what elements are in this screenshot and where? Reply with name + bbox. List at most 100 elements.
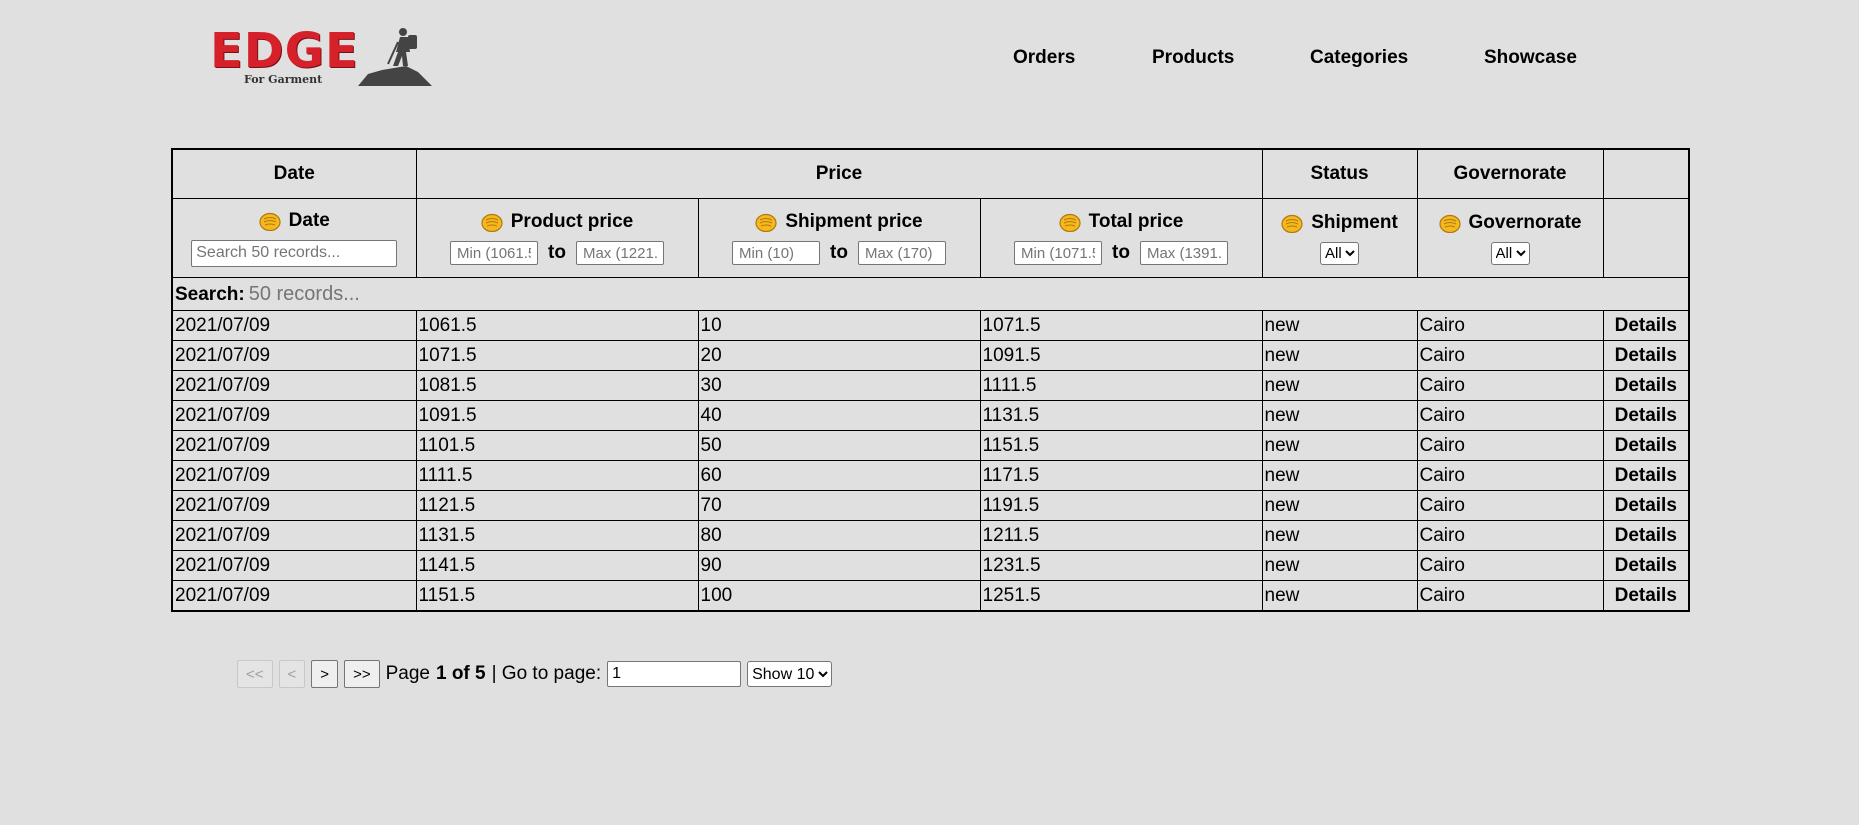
governorate-cell: Cairo [1416, 310, 1604, 341]
total-price-cell: 1131.5 [979, 400, 1263, 431]
details-link[interactable]: Details [1602, 460, 1690, 491]
global-search-cell: Search: [171, 277, 1690, 311]
filter-title-date[interactable]: Date [289, 210, 330, 232]
product-price-cell: 1091.5 [415, 400, 699, 431]
knock-emoji-icon [755, 213, 777, 232]
total-price-max-input[interactable] [1139, 241, 1228, 265]
logo-subtitle: For Garment [244, 73, 323, 86]
table-row: 2021/07/09 1131.5 80 1211.5 new Cairo Details [171, 520, 1690, 551]
shipment-price-min-input[interactable] [732, 241, 821, 265]
prev-page-button[interactable]: < [278, 660, 306, 688]
details-link[interactable]: Details [1602, 400, 1690, 431]
pagination: << < > >> Page 1 of 5 | Go to page: Show… [237, 660, 833, 688]
nav-products[interactable]: Products [1152, 47, 1234, 69]
product-price-min-input[interactable] [450, 241, 539, 265]
filter-title-total-price[interactable]: Total price [1089, 211, 1184, 233]
knock-emoji-icon [481, 213, 503, 232]
group-header-status: Status [1261, 148, 1418, 199]
table-row: 2021/07/09 1141.5 90 1231.5 new Cairo Details [171, 550, 1690, 581]
page-size-select[interactable]: Show 10 [747, 661, 833, 687]
date-cell: 2021/07/09 [171, 430, 417, 461]
goto-page-input[interactable] [607, 661, 742, 687]
table-row: 2021/07/09 1071.5 20 1091.5 new Cairo Details [171, 340, 1690, 371]
orders-table: Date Price Status Governorate Date Produ… [171, 148, 1690, 612]
date-cell: 2021/07/09 [171, 550, 417, 581]
group-header-empty [1602, 148, 1690, 199]
governorate-cell: Cairo [1416, 520, 1604, 551]
group-header-governorate: Governorate [1416, 148, 1604, 199]
details-link[interactable]: Details [1602, 340, 1690, 371]
filter-cell-governorate: Governorate All [1416, 198, 1604, 278]
total-price-cell: 1231.5 [979, 550, 1263, 581]
shipment-price-cell: 70 [697, 490, 981, 521]
filter-title-governorate[interactable]: Governorate [1469, 212, 1582, 234]
product-price-max-input[interactable] [575, 241, 664, 265]
shipment-price-max-input[interactable] [857, 241, 946, 265]
filter-cell-shipment: Shipment All [1261, 198, 1418, 278]
date-cell: 2021/07/09 [171, 400, 417, 431]
table-row: 2021/07/09 1061.5 10 1071.5 new Cairo Details [171, 310, 1690, 341]
filter-title-shipment-price[interactable]: Shipment price [785, 211, 922, 233]
hiker-icon [358, 28, 432, 86]
table-row: 2021/07/09 1081.5 30 1111.5 new Cairo Details [171, 370, 1690, 401]
total-price-cell: 1071.5 [979, 310, 1263, 341]
page-label: Page [385, 663, 430, 684]
details-link[interactable]: Details [1602, 430, 1690, 461]
total-price-cell: 1091.5 [979, 340, 1263, 371]
status-cell: new [1261, 370, 1418, 401]
shipment-price-cell: 100 [697, 580, 981, 612]
filter-cell-shipment-price: Shipment price to [697, 198, 981, 278]
logo-text: EDGE [210, 23, 359, 79]
product-price-cell: 1141.5 [415, 550, 699, 581]
shipment-price-cell: 40 [697, 400, 981, 431]
last-page-button[interactable]: >> [344, 660, 380, 688]
table-row: 2021/07/09 1121.5 70 1191.5 new Cairo Details [171, 490, 1690, 521]
nav-orders[interactable]: Orders [1013, 47, 1075, 69]
date-cell: 2021/07/09 [171, 370, 417, 401]
product-price-cell: 1071.5 [415, 340, 699, 371]
details-link[interactable]: Details [1602, 520, 1690, 551]
details-link[interactable]: Details [1602, 310, 1690, 341]
filter-title-shipment[interactable]: Shipment [1311, 212, 1398, 234]
total-price-cell: 1191.5 [979, 490, 1263, 521]
details-link[interactable]: Details [1602, 550, 1690, 581]
governorate-cell: Cairo [1416, 460, 1604, 491]
to-label: to [1112, 242, 1130, 263]
details-link[interactable]: Details [1602, 370, 1690, 401]
filter-cell-product-price: Product price to [415, 198, 699, 278]
governorate-cell: Cairo [1416, 580, 1604, 612]
status-cell: new [1261, 400, 1418, 431]
product-price-cell: 1081.5 [415, 370, 699, 401]
shipment-price-cell: 80 [697, 520, 981, 551]
page-indicator: 1 of 5 [435, 663, 486, 684]
product-price-cell: 1151.5 [415, 580, 699, 612]
group-header-price: Price [415, 148, 1263, 199]
governorate-select[interactable]: All [1490, 241, 1530, 265]
governorate-cell: Cairo [1416, 430, 1604, 461]
nav-categories[interactable]: Categories [1310, 47, 1408, 69]
total-price-min-input[interactable] [1014, 241, 1103, 265]
details-link[interactable]: Details [1602, 490, 1690, 521]
nav-showcase[interactable]: Showcase [1484, 47, 1577, 69]
details-link[interactable]: Details [1602, 580, 1690, 612]
status-cell: new [1261, 520, 1418, 551]
first-page-button[interactable]: << [237, 660, 273, 688]
date-cell: 2021/07/09 [171, 490, 417, 521]
to-label: to [830, 242, 848, 263]
shipment-status-select[interactable]: All [1320, 241, 1359, 265]
brand-logo[interactable]: EDGE For Garment [210, 26, 432, 86]
table-row: 2021/07/09 1151.5 100 1251.5 new Cairo Details [171, 580, 1690, 612]
search-label: Search: [175, 283, 245, 305]
date-cell: 2021/07/09 [171, 310, 417, 341]
status-cell: new [1261, 340, 1418, 371]
date-cell: 2021/07/09 [171, 520, 417, 551]
global-search-input[interactable] [244, 282, 553, 306]
next-page-button[interactable]: > [311, 660, 339, 688]
filter-title-product-price[interactable]: Product price [511, 211, 633, 233]
filter-cell-empty [1602, 198, 1690, 278]
table-row: 2021/07/09 1101.5 50 1151.5 new Cairo Details [171, 430, 1690, 461]
table-row: 2021/07/09 1091.5 40 1131.5 new Cairo Details [171, 400, 1690, 431]
knock-emoji-icon [1438, 214, 1461, 233]
date-search-input[interactable] [191, 239, 398, 267]
goto-label: | Go to page: [491, 663, 602, 684]
